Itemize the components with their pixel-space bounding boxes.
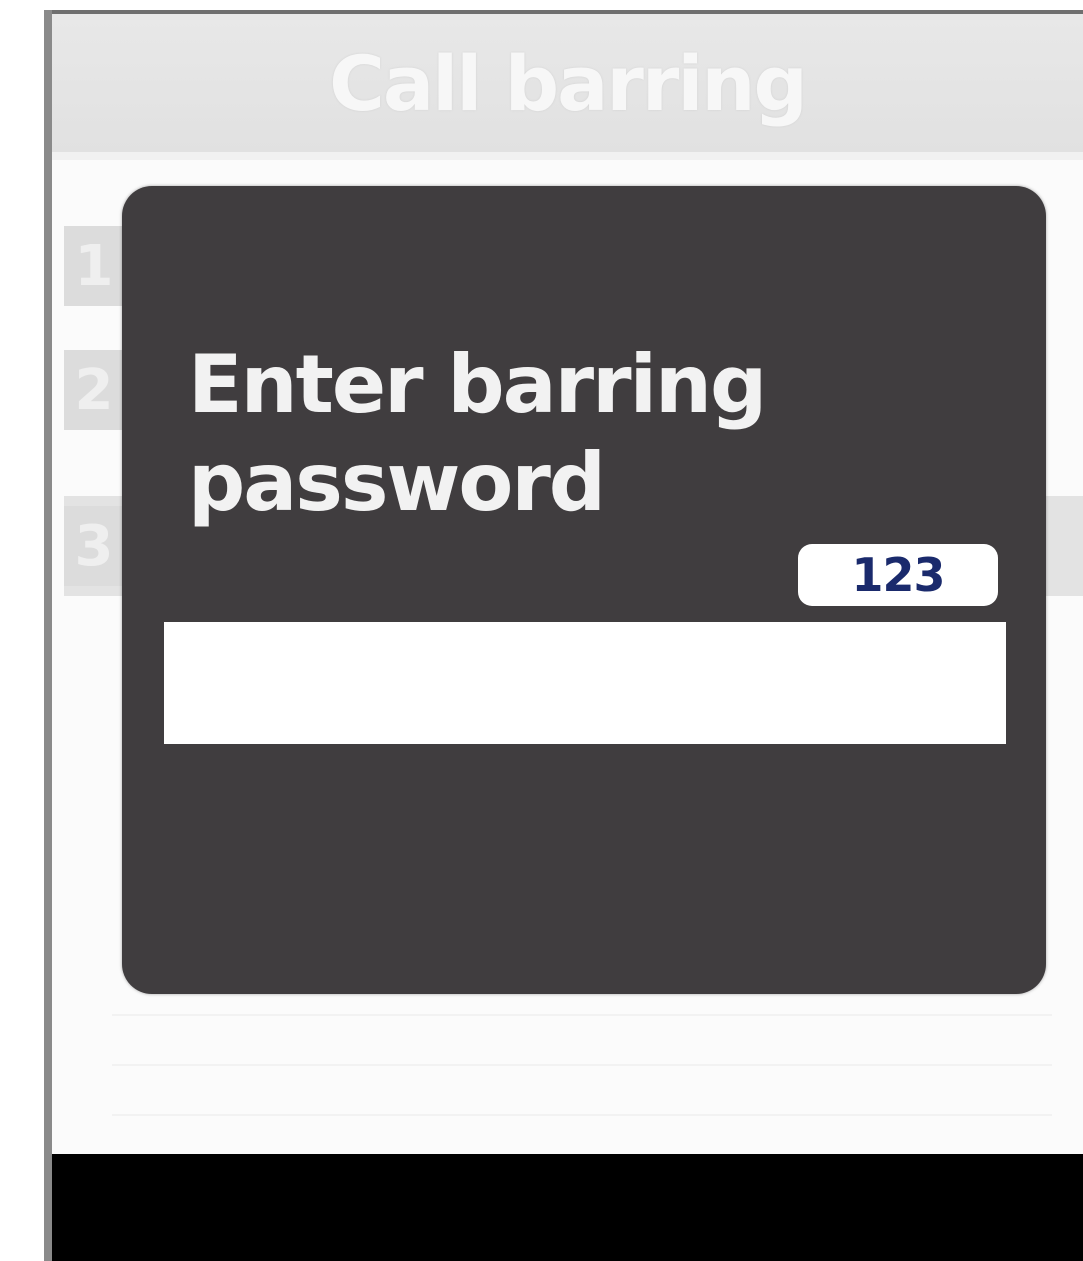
list-divider: [112, 1014, 1052, 1016]
screen-edge-left: [44, 10, 52, 1261]
input-mode-indicator: 123: [798, 544, 998, 606]
dialog-prompt: Enter barring password: [188, 338, 767, 529]
list-divider: [112, 1064, 1052, 1066]
menu-item-number: 1: [64, 226, 124, 306]
screen-title: Call barring: [329, 38, 808, 128]
menu-item-number: 3: [64, 506, 124, 586]
password-dialog: Enter barring password 123: [122, 186, 1046, 994]
title-bar: Call barring: [52, 14, 1083, 152]
list-divider: [112, 1114, 1052, 1116]
softkey-bar: [52, 1154, 1083, 1261]
password-input[interactable]: [164, 622, 1006, 744]
title-divider: [52, 152, 1083, 160]
menu-item-number: 2: [64, 350, 124, 430]
